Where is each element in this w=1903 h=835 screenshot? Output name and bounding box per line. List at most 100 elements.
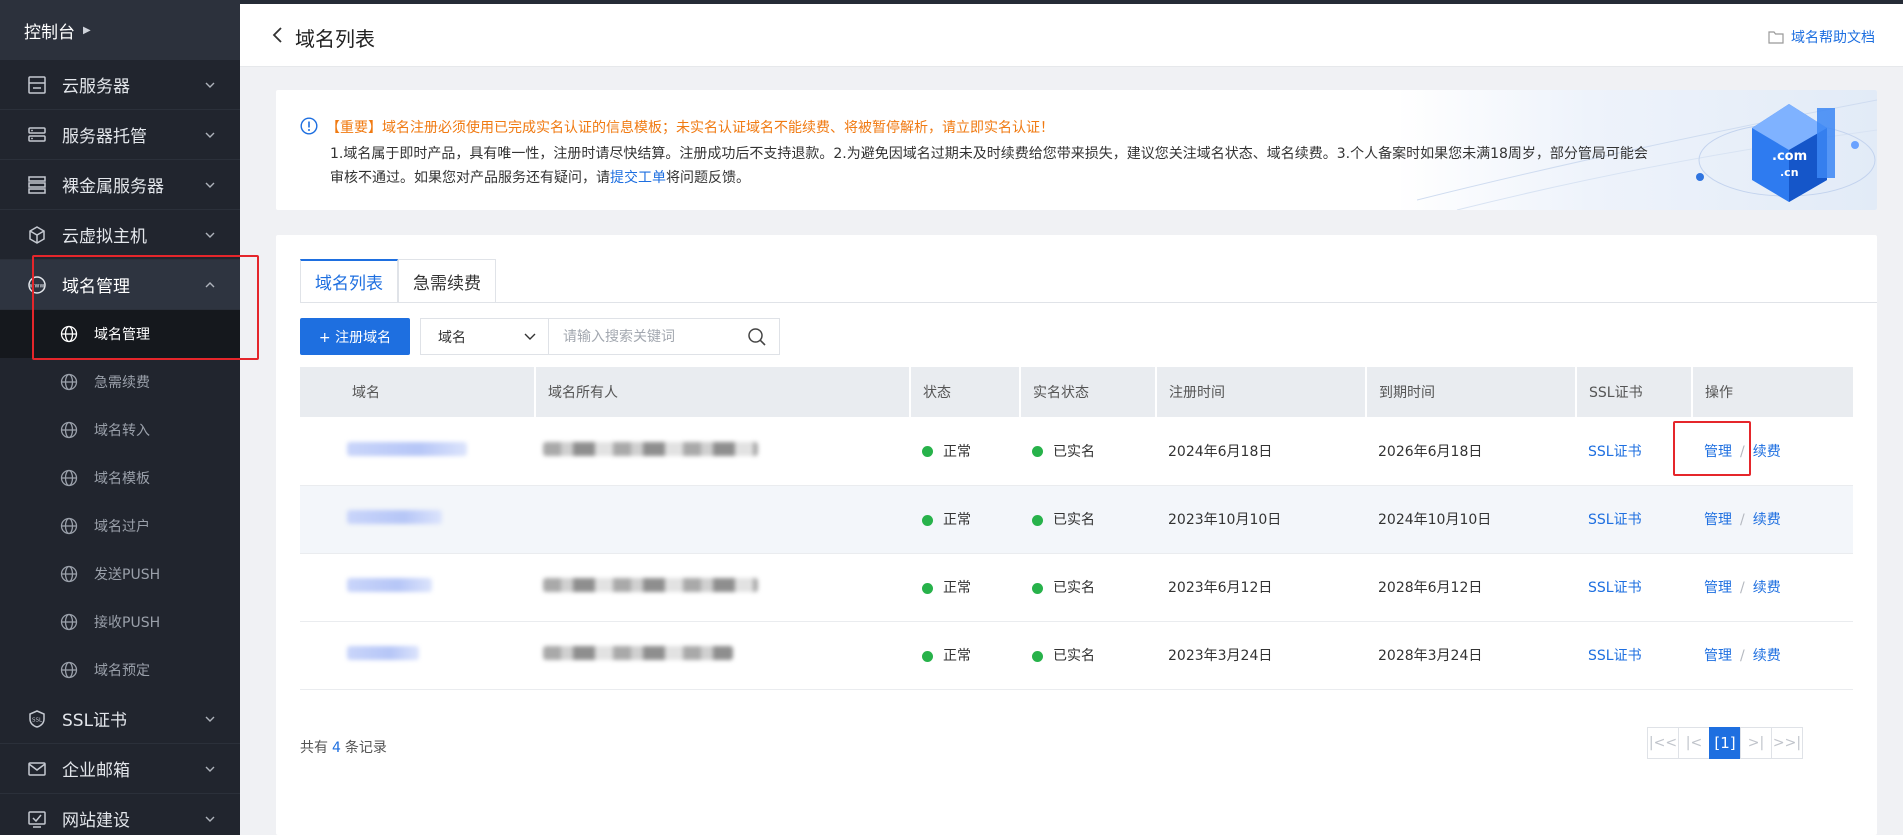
sidebar-item-enterprise-mail[interactable]: 企业邮箱 [0,744,240,794]
console-link[interactable]: 控制台 ▶ [0,0,240,60]
column-header-owner: 域名所有人 [535,367,911,417]
ssl-link[interactable]: SSL证书 [1588,444,1642,460]
manage-link[interactable]: 管理 [1704,648,1732,664]
chevron-down-icon [205,766,215,772]
sidebar-item-website-building[interactable]: 网站建设 [0,794,240,835]
sidebar-subitem-domain-reserve[interactable]: 域名预定 [0,646,240,694]
globe-icon [60,469,78,487]
sidebar-item-label: 域名管理 [62,277,130,297]
record-count-prefix: 共有 [300,740,328,756]
sidebar-item-domain-management[interactable]: www 域名管理 [0,260,240,310]
column-header-realname: 实名状态 [1020,367,1157,417]
page-title: 域名列表 [295,27,375,51]
globe-icon [60,325,78,343]
action-separator: / [1740,443,1745,460]
ssl-link[interactable]: SSL证书 [1588,648,1642,664]
first-page-button[interactable]: |<< [1647,727,1679,759]
globe-icon [60,373,78,391]
search-field-select[interactable]: 域名 [421,319,549,354]
ssl-link[interactable]: SSL证书 [1588,512,1642,528]
chevron-down-icon [524,333,536,340]
exp-time: 2028年6月12日 [1378,580,1483,596]
notice-warning-text: 【重要】域名注册必须使用已完成实名认证的信息模板；未实名认证域名不能续费、将被暂… [326,120,1054,136]
current-page-button[interactable]: [1] [1709,727,1741,759]
cube-icon [26,224,48,246]
notice-body-text: 1.域名属于即时产品，具有唯一性，注册时请尽快结算。注册成功后不支持退款。2.为… [330,146,1648,186]
search-input[interactable] [549,319,739,354]
globe-icon [60,661,78,679]
submit-ticket-link[interactable]: 提交工单 [610,170,666,186]
svg-text:www: www [30,282,45,289]
sidebar-subitem-domain-template[interactable]: 域名模板 [0,454,240,502]
manage-link[interactable]: 管理 [1704,444,1732,460]
table-row: 正常 已实名 2023年3月24日 2028年3月24日 SSL证书 管理 / 续费 [300,621,1853,689]
prev-page-button[interactable]: |< [1678,727,1710,759]
status-dot-icon [922,514,933,526]
globe-icon [60,517,78,535]
sidebar-item-label: 企业邮箱 [62,761,130,781]
realname-text: 已实名 [1053,648,1095,664]
sidebar-item-bare-metal[interactable]: 裸金属服务器 [0,160,240,210]
status-dot-icon [1032,446,1043,458]
next-page-button[interactable]: >| [1740,727,1772,759]
sidebar-subitem-label: 急需续费 [94,375,150,391]
notice-banner: .com .cn 【重要】域名注册必须使用已完成实名认证的信息模板；未实名认证域… [276,90,1877,210]
search-icon[interactable] [747,327,767,347]
renew-link[interactable]: 续费 [1753,580,1781,596]
status-dot-icon [922,582,933,594]
realname-text: 已实名 [1053,443,1095,460]
renew-link[interactable]: 续费 [1753,444,1781,460]
www-icon: www [26,274,48,296]
sidebar-item-label: 云服务器 [62,77,130,97]
notice-body: 1.域名属于即时产品，具有唯一性，注册时请尽快结算。注册成功后不支持退款。2.为… [330,142,1650,190]
renew-link[interactable]: 续费 [1753,648,1781,664]
ssl-link[interactable]: SSL证书 [1588,580,1642,596]
sidebar-subitem-label: 域名转入 [94,423,150,439]
record-count: 共有 4 条记录 [300,737,387,757]
sidebar-item-hosting[interactable]: 服务器托管 [0,110,240,160]
sidebar-item-cloud-server[interactable]: 云服务器 [0,60,240,110]
renew-link[interactable]: 续费 [1753,512,1781,528]
sidebar-subitem-send-push[interactable]: 发送PUSH [0,550,240,598]
sidebar-subitem-label: 域名模板 [94,471,150,487]
table-row: 正常 已实名 2024年6月18日 2026年6月18日 SSL证书 管理 / 续费 [300,417,1853,485]
sidebar-subitem-label: 接收PUSH [94,615,161,631]
register-domain-button[interactable]: + 注册域名 [300,318,410,355]
help-docs-label: 域名帮助文档 [1791,30,1875,46]
domain-name-redacted[interactable] [347,441,467,456]
domain-name-redacted[interactable] [347,646,419,660]
domain-name-redacted[interactable] [347,578,432,592]
sidebar-subitem-domain-transfer-in[interactable]: 域名转入 [0,406,240,454]
folder-icon [1768,31,1784,44]
page-header: 域名列表 域名帮助文档 [240,4,1903,67]
column-header-domain: 域名 [300,367,536,417]
notice-body-tail: 将问题反馈。 [666,170,750,186]
sidebar-subitem-urgent-renewal[interactable]: 急需续费 [0,358,240,406]
tab-urgent-renewal[interactable]: 急需续费 [398,259,496,303]
search-field-select-value: 域名 [438,329,466,346]
sidebar-subitem-label: 域名管理 [94,327,150,343]
action-separator: / [1740,648,1745,664]
tab-domain-list[interactable]: 域名列表 [300,259,398,303]
manage-link[interactable]: 管理 [1704,512,1732,528]
sidebar-item-virtual-host[interactable]: 云虚拟主机 [0,210,240,260]
chevron-down-icon [205,82,215,88]
sidebar-subitem-domain-ownership[interactable]: 域名过户 [0,502,240,550]
sidebar-subitem-receive-push[interactable]: 接收PUSH [0,598,240,646]
status-dot-icon [1032,582,1043,594]
help-docs-link[interactable]: 域名帮助文档 [1768,27,1875,47]
chevron-down-icon [205,132,215,138]
chevron-down-icon [205,232,215,238]
caret-right-icon: ▶ [83,24,91,36]
ssl-icon: SSL [26,708,48,730]
domain-name-redacted[interactable] [347,510,442,524]
reg-time: 2023年6月12日 [1168,580,1273,596]
toolbar: + 注册域名 域名 [300,318,780,355]
sidebar-subitem-domain-management[interactable]: 域名管理 [0,310,240,358]
last-page-button[interactable]: >>| [1771,727,1803,759]
column-header-reg-time: 注册时间 [1156,367,1367,417]
manage-link[interactable]: 管理 [1704,580,1732,596]
sidebar-item-ssl[interactable]: SSL SSL证书 [0,694,240,744]
back-arrow-icon[interactable] [270,26,286,44]
status-text: 正常 [943,580,971,596]
